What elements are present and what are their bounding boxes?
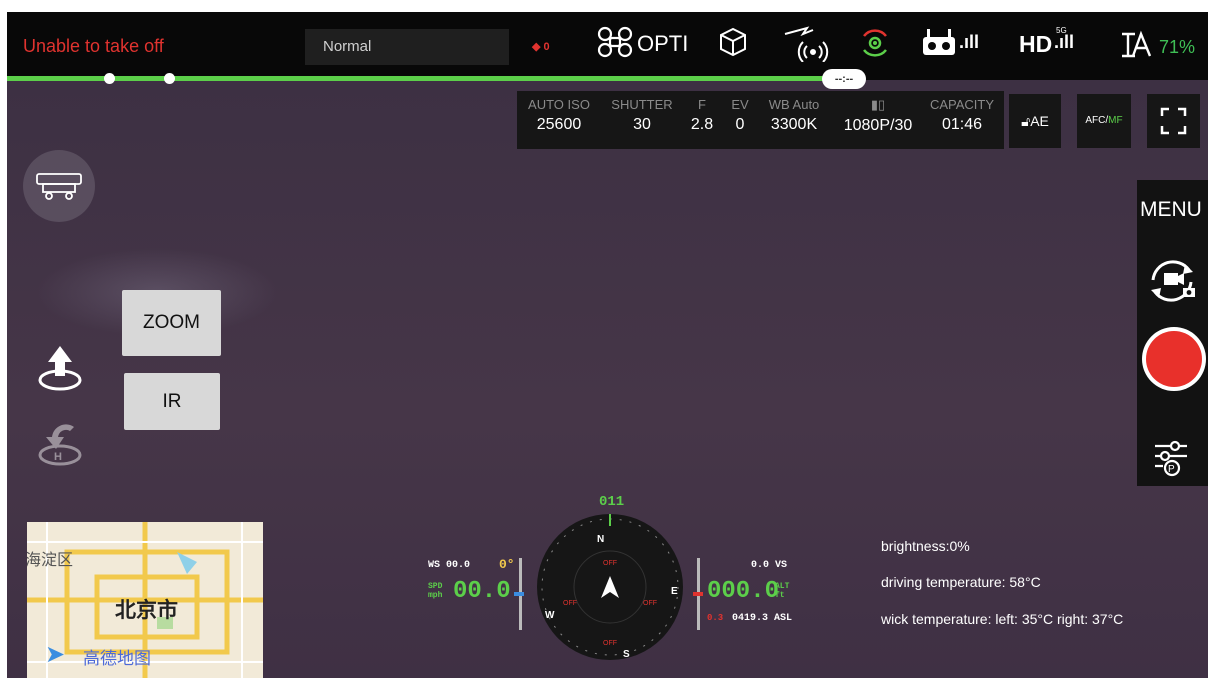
flight-mode-selector[interactable]: Normal — [305, 29, 509, 65]
compass-n: N — [597, 534, 604, 545]
map-district-label: 海淀区 — [27, 552, 74, 569]
vertical-speed: 0.0 VS — [751, 560, 788, 571]
sensor-off-front: OFF — [603, 560, 617, 567]
zoom-camera-button[interactable]: ZOOM — [122, 290, 221, 356]
drone-icon — [597, 26, 633, 58]
brightness-info: brightness:0% — [881, 538, 970, 554]
compass-e: E — [671, 586, 678, 597]
svg-text:H: H — [54, 451, 62, 463]
camera-settings-panel[interactable]: AUTO ISO 25600 SHUTTER 30 F 2.8 EV 0 WB Auto… — [517, 91, 1004, 149]
aircraft-location-icon: ➤ — [45, 641, 66, 668]
white-balance-setting[interactable]: WB Auto 3300K — [761, 97, 827, 134]
ev-setting[interactable]: EV 0 — [729, 97, 751, 134]
ae-lock-button[interactable]: 🔓︎AE — [1009, 94, 1061, 148]
compass-s: S — [623, 649, 630, 660]
fullscreen-icon — [1160, 107, 1187, 135]
altitude-marker — [693, 592, 703, 596]
switch-camera-photo-icon[interactable] — [1143, 254, 1201, 313]
mini-map[interactable]: 海淀区 北京市 ➤ 高德地图 — [27, 522, 263, 678]
fullscreen-button[interactable] — [1147, 94, 1200, 148]
aperture-setting[interactable]: F 2.8 — [689, 97, 715, 134]
takeoff-button[interactable] — [34, 342, 86, 397]
wick-temperature-info: wick temperature: left: 35°C right: 37°C — [881, 611, 1124, 627]
obstacle-sensing-icon[interactable] — [858, 26, 892, 65]
heading-value: 011 — [599, 494, 625, 510]
vision-label: OPTI — [637, 31, 689, 56]
sensor-off-left: OFF — [563, 600, 577, 607]
battery-progress-bar — [7, 76, 827, 81]
return-home-marker — [104, 73, 115, 84]
takeoff-warning: Unable to take off — [23, 36, 164, 56]
battery-percentage: 71% — [1159, 37, 1196, 57]
gimbal-angle: 0° — [499, 557, 515, 572]
capacity-setting[interactable]: CAPACITY 01:46 — [927, 97, 997, 134]
speed-marker — [514, 592, 524, 596]
return-home-icon: H — [38, 424, 82, 466]
shutter-setting[interactable]: SHUTTER 30 — [605, 97, 679, 134]
svg-text:P: P — [1168, 464, 1175, 475]
hd-signal-bars: .ıll — [1054, 32, 1075, 52]
map-city-label: 北京市 — [115, 599, 178, 622]
compass-w: W — [545, 610, 555, 621]
gps-signal-icon[interactable] — [783, 24, 829, 67]
hd-label: HD — [1019, 31, 1053, 57]
altitude-unit: ALT ft — [775, 582, 790, 600]
compass: N E S W OFF OFF OFF OFF — [537, 514, 683, 660]
speed-unit: SPD mph — [428, 582, 443, 600]
speed-value: 00.0 — [453, 578, 511, 605]
obstacle-count: 0 — [543, 41, 550, 53]
driving-temperature-info: driving temperature: 58°C — [881, 574, 1041, 590]
lock-icon: 🔓︎ — [1021, 113, 1031, 129]
remote-controller-icon[interactable] — [923, 27, 955, 62]
parameter-settings-icon[interactable]: P — [1151, 438, 1191, 483]
video-icon: ▮▯ — [870, 97, 886, 112]
record-button[interactable] — [1142, 327, 1206, 391]
status-bar: Unable to take off Normal ◆ 0 OPTI .ıll … — [7, 12, 1208, 80]
obstacle-indicator: ◆ 0 — [532, 41, 550, 53]
altitude-value: 000.0 — [707, 578, 780, 605]
focus-mode-button[interactable]: AFC/MF — [1077, 94, 1131, 148]
cube-icon[interactable] — [717, 26, 749, 63]
battery-icon[interactable] — [1119, 28, 1153, 65]
iso-setting[interactable]: AUTO ISO 25600 — [523, 97, 595, 134]
camera-view: Unable to take off Normal ◆ 0 OPTI .ıll … — [7, 12, 1208, 678]
asl-altitude: 0419.3 ASL — [732, 613, 793, 624]
landing-marker — [164, 73, 175, 84]
gimbal-toggle-button[interactable] — [23, 150, 95, 222]
return-home-button[interactable]: H — [34, 417, 86, 472]
distance-red: 0.3 — [707, 613, 724, 623]
map-brand-label: 高德地图 — [83, 649, 151, 668]
gimbal-icon — [36, 173, 82, 200]
vision-system-status[interactable] — [597, 26, 633, 63]
wind-speed: WS 00.0 — [428, 560, 471, 571]
record-icon — [1146, 331, 1202, 387]
flight-time-pill: --:-- — [822, 69, 866, 89]
menu-button[interactable]: MENU — [1140, 198, 1202, 222]
sensor-off-right: OFF — [643, 600, 657, 607]
sensor-off-back: OFF — [603, 640, 617, 647]
rc-signal-bars: .ıll — [959, 32, 980, 52]
takeoff-icon — [38, 346, 82, 391]
ir-camera-button[interactable]: IR — [124, 373, 220, 430]
video-format-setting[interactable]: ▮▯ 1080P/30 — [833, 97, 923, 135]
